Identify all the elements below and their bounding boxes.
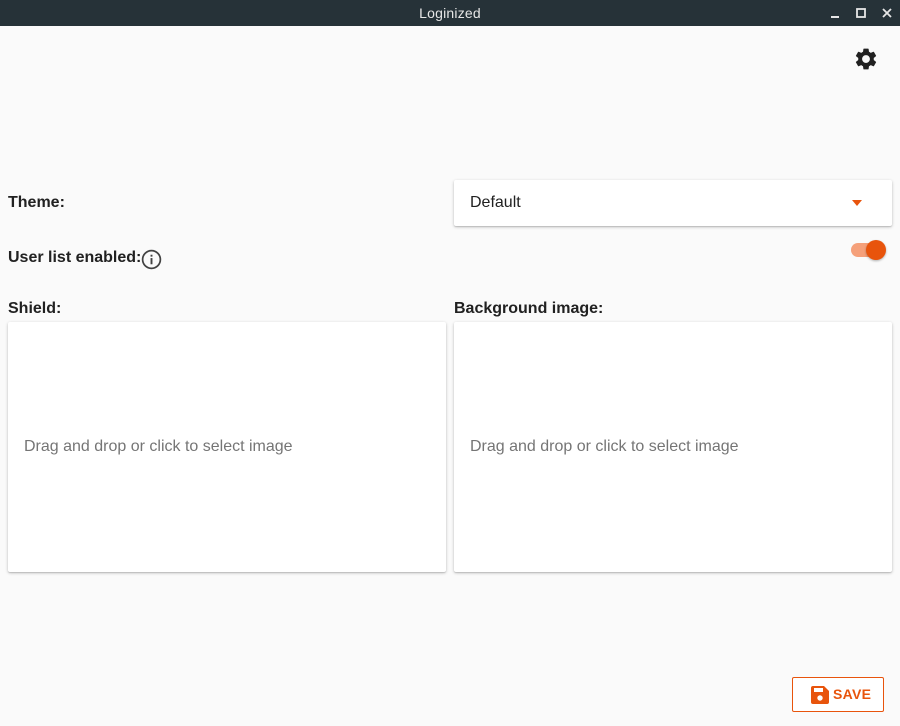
info-circle-icon [141,249,162,270]
maximize-icon [856,8,866,18]
background-image-dropzone[interactable]: Drag and drop or click to select image [454,322,892,572]
settings-button[interactable] [853,46,879,72]
close-icon [882,8,892,18]
theme-select[interactable]: Default [454,180,892,226]
minimize-button[interactable] [826,4,844,22]
maximize-button[interactable] [852,4,870,22]
save-button-label: SAVE [833,686,872,702]
theme-label: Theme: [8,194,65,211]
minimize-icon [831,16,839,18]
save-button[interactable]: SAVE [792,677,884,712]
background-image-label: Background image: [454,300,604,317]
shield-label: Shield: [8,300,62,317]
caret-down-icon [852,200,862,206]
window-title: Loginized [419,5,481,21]
user-list-toggle[interactable] [849,238,887,262]
floppy-disk-icon [811,686,829,704]
window-titlebar: Loginized [0,0,900,26]
user-list-label: User list enabled: [8,249,142,266]
info-icon[interactable] [141,249,162,270]
toggle-thumb [866,240,886,260]
close-button[interactable] [878,4,896,22]
theme-selected-value: Default [470,194,521,211]
gear-icon [855,48,877,70]
shield-dropzone-hint: Drag and drop or click to select image [24,438,293,455]
shield-dropzone[interactable]: Drag and drop or click to select image [8,322,446,572]
background-dropzone-hint: Drag and drop or click to select image [470,438,739,455]
